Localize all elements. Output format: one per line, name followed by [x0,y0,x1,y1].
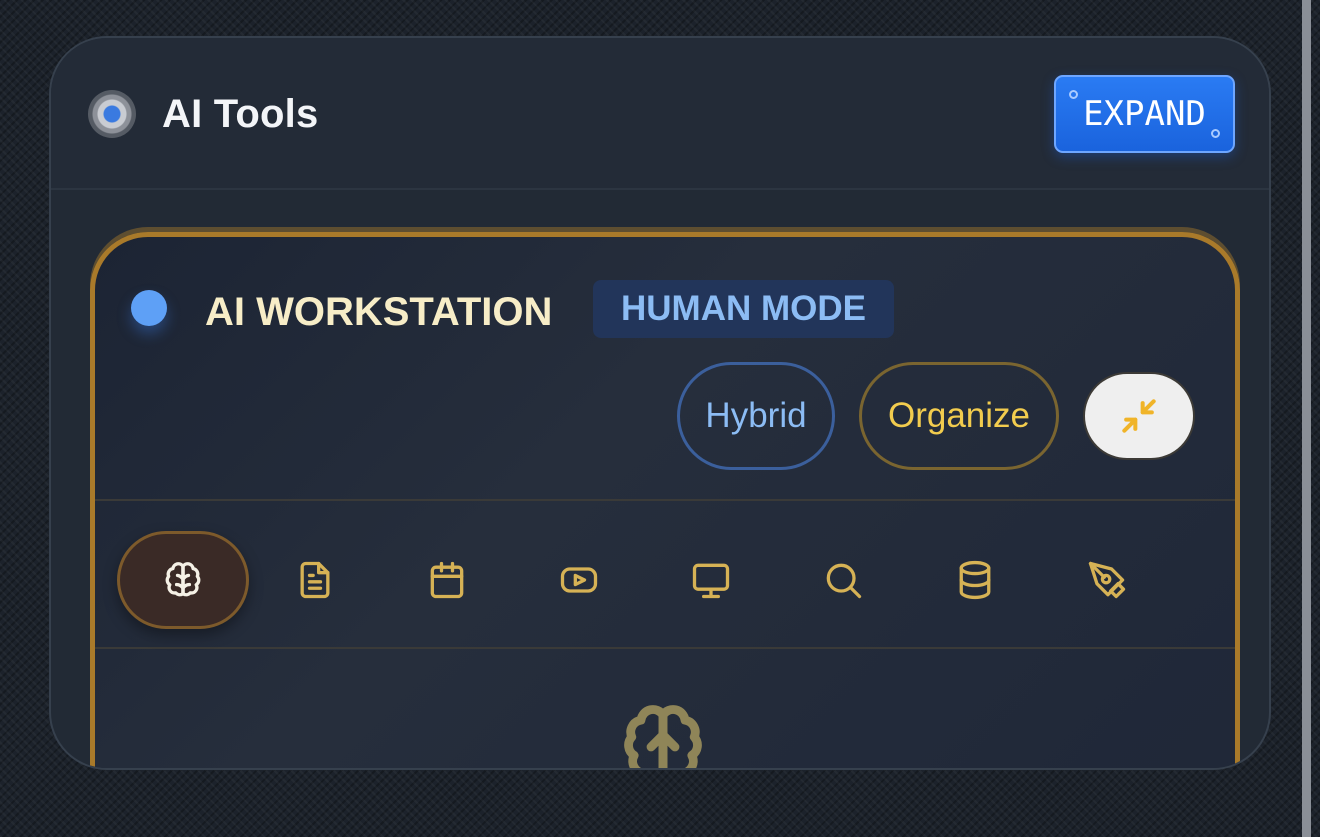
status-indicator [131,290,167,326]
panel-header: AI Tools EXPAND [51,38,1269,190]
rivet-icon [1211,129,1220,138]
collapse-button[interactable] [1083,372,1195,460]
search-icon [826,563,862,599]
tool-tabs [95,503,1235,649]
rivet-icon [1069,90,1078,99]
expand-button[interactable]: EXPAND [1054,75,1235,153]
video-play-icon [560,567,598,593]
tab-search[interactable] [777,531,909,629]
document-icon [300,561,330,599]
workstation-title: AI WORKSTATION [205,290,553,334]
tab-document[interactable] [249,531,381,629]
tab-brain[interactable] [117,531,249,629]
database-icon [959,560,991,600]
organize-button[interactable]: Organize [859,362,1059,470]
window-scrollbar[interactable] [1302,0,1311,837]
tab-video[interactable] [513,531,645,629]
tab-monitor[interactable] [645,531,777,629]
workstation-content [95,651,1235,768]
monitor-icon [692,563,730,599]
tab-pen-tool[interactable] [1041,531,1173,629]
panel-title: AI Tools [162,92,319,136]
expand-button-label: EXPAND [1083,94,1206,134]
workstation-header: AI WORKSTATION HUMAN MODE Hybrid Organiz… [95,237,1235,501]
minimize-arrows-icon [1122,399,1156,433]
brain-icon [624,705,702,768]
brain-icon [165,562,201,597]
hybrid-button[interactable]: Hybrid [677,362,835,470]
tab-database[interactable] [909,531,1041,629]
tab-calendar[interactable] [381,531,513,629]
ai-workstation-card: AI WORKSTATION HUMAN MODE Hybrid Organiz… [90,232,1240,768]
radio-icon [88,90,136,138]
pen-tool-icon [1088,561,1126,599]
calendar-icon [430,561,464,599]
mode-badge: HUMAN MODE [593,280,894,338]
ai-tools-panel: AI Tools EXPAND AI WORKSTATION HUMAN MOD… [49,36,1271,770]
